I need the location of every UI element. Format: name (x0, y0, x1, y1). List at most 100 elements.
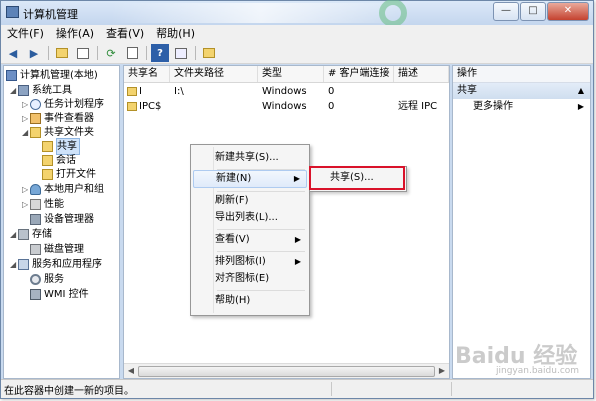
menu-item-new-share[interactable]: 新建共享(S)... (193, 149, 307, 167)
collapse-up-icon[interactable]: ▲ (578, 83, 584, 99)
tree-item-services-apps[interactable]: ◢ 服务和应用程序 (10, 257, 102, 272)
toolbar-separator (97, 46, 98, 60)
scrollbar-thumb[interactable] (138, 366, 435, 377)
submenu-arrow-icon: ▶ (294, 257, 301, 266)
tree-item-device-manager[interactable]: 设备管理器 (30, 212, 94, 227)
menu-item-label: 对齐图标(E) (215, 273, 270, 284)
menu-help[interactable]: 帮助(H) (150, 25, 201, 43)
navigation-tree[interactable]: 计算机管理(本地) ◢ 系统工具 ▷ 任务计划程序 ▷ 事件查看器 ◢ 共享文件… (3, 65, 120, 379)
window-title: 计算机管理 (23, 8, 78, 21)
properties-icon[interactable] (172, 44, 190, 62)
new-submenu: 共享(S)... (309, 166, 407, 192)
tree-item-local-users[interactable]: ▷ 本地用户和组 (22, 182, 104, 197)
show-tree-icon[interactable] (74, 44, 92, 62)
share-description: 远程 IPC (398, 101, 438, 112)
actions-header: 操作 (453, 66, 590, 83)
computer-management-icon (6, 6, 19, 18)
column-header-share-name[interactable]: 共享名 (124, 66, 170, 82)
tree-item-computer-management[interactable]: 计算机管理(本地) (6, 68, 98, 83)
tree-item-open-files[interactable]: 打开文件 (42, 167, 96, 182)
expand-arrow-icon[interactable]: ▷ (22, 97, 30, 112)
menu-item-align-icons[interactable]: 对齐图标(E) (193, 270, 307, 288)
menu-view[interactable]: 查看(V) (100, 25, 150, 43)
column-header-client-connections[interactable]: # 客户端连接 (324, 66, 394, 82)
tree-item-shares[interactable]: 共享 (42, 138, 80, 155)
scroll-right-arrow-icon[interactable]: ▶ (435, 364, 449, 378)
wmi-icon (30, 289, 41, 300)
back-arrow-icon[interactable]: ◀ (4, 44, 22, 62)
horizontal-scrollbar[interactable]: ◀ ▶ (124, 363, 449, 378)
column-header-type[interactable]: 类型 (258, 66, 324, 82)
disk-icon (30, 244, 41, 255)
menu-item-help[interactable]: 帮助(H) (193, 292, 307, 310)
storage-icon (18, 229, 29, 240)
menu-item-label: 刷新(F) (215, 195, 249, 206)
expand-arrow-icon[interactable]: ▷ (22, 182, 30, 197)
table-row[interactable]: I I:\ Windows 0 (124, 84, 449, 99)
tree-item-label: WMI 控件 (44, 289, 89, 300)
tree-item-task-scheduler[interactable]: ▷ 任务计划程序 (22, 97, 104, 112)
submenu-arrow-icon: ▶ (293, 174, 300, 183)
clock-icon (30, 99, 41, 110)
title-blur-decoration (111, 3, 411, 23)
tree-item-disk-management[interactable]: 磁盘管理 (30, 242, 84, 257)
actions-section-label: 共享 (457, 85, 477, 96)
tree-item-services[interactable]: 服务 (30, 272, 64, 287)
maximize-button[interactable]: □ (520, 2, 546, 21)
expand-arrow-icon[interactable]: ▷ (22, 111, 30, 126)
toolbar-separator (146, 46, 147, 60)
menu-file[interactable]: 文件(F) (1, 25, 50, 43)
tree-item-performance[interactable]: ▷ 性能 (22, 197, 64, 212)
collapse-arrow-icon[interactable]: ◢ (10, 227, 18, 242)
collapse-arrow-icon[interactable]: ◢ (22, 125, 30, 140)
status-divider (451, 382, 452, 396)
up-folder-icon[interactable] (53, 44, 71, 62)
folder-path: I:\ (174, 86, 184, 97)
tree-item-label: 事件查看器 (44, 113, 94, 124)
column-header-folder-path[interactable]: 文件夹路径 (170, 66, 258, 82)
more-actions-item[interactable]: 更多操作 ▶ (453, 99, 590, 115)
table-row[interactable]: IPC$ Windows 0 远程 IPC (124, 99, 449, 114)
menu-item-label: 共享(S)... (330, 172, 374, 183)
expand-arrow-icon[interactable]: ▷ (22, 197, 30, 212)
menu-item-refresh[interactable]: 刷新(F) (193, 192, 307, 210)
menu-separator (217, 290, 305, 291)
tree-item-sessions[interactable]: 会话 (42, 153, 76, 168)
watermark-url: jingyan.baidu.com (496, 366, 580, 376)
title-bar[interactable]: 计算机管理 — □ ✕ (1, 0, 593, 27)
export-icon[interactable] (123, 44, 141, 62)
close-button[interactable]: ✕ (547, 2, 589, 21)
tree-item-label: 存储 (32, 229, 52, 240)
menu-item-new[interactable]: 新建(N) ▶ (193, 170, 307, 188)
tree-item-wmi[interactable]: WMI 控件 (30, 287, 89, 302)
tree-item-label: 服务和应用程序 (32, 259, 102, 270)
share-type: Windows (262, 86, 307, 97)
menu-item-view[interactable]: 查看(V) ▶ (193, 231, 307, 249)
share-icon[interactable] (200, 44, 218, 62)
submenu-arrow-icon: ▶ (294, 235, 301, 244)
menu-item-arrange-icons[interactable]: 排列图标(I) ▶ (193, 253, 307, 271)
actions-section-shares[interactable]: 共享 ▲ (453, 83, 590, 99)
refresh-icon[interactable]: ⟳ (102, 44, 120, 62)
menu-item-export-list[interactable]: 导出列表(L)... (193, 209, 307, 227)
services-apps-icon (18, 259, 29, 270)
users-icon (30, 184, 41, 195)
share-icon (127, 101, 137, 111)
tree-item-system-tools[interactable]: ◢ 系统工具 (10, 83, 72, 98)
scroll-left-arrow-icon[interactable]: ◀ (124, 364, 138, 378)
collapse-arrow-icon[interactable]: ◢ (10, 83, 18, 98)
open-file-icon (42, 169, 53, 180)
tree-item-storage[interactable]: ◢ 存储 (10, 227, 52, 242)
menu-action[interactable]: 操作(A) (50, 25, 100, 43)
forward-arrow-icon[interactable]: ▶ (25, 44, 43, 62)
menu-item-label: 新建(N) (216, 173, 252, 184)
list-header: 共享名 文件夹路径 类型 # 客户端连接 描述 (124, 66, 449, 83)
help-icon[interactable]: ? (151, 44, 169, 62)
tree-item-label: 磁盘管理 (44, 244, 84, 255)
menu-item-new-share-sub[interactable]: 共享(S)... (312, 169, 404, 187)
minimize-button[interactable]: — (493, 2, 519, 21)
column-header-description[interactable]: 描述 (394, 66, 449, 82)
session-icon (42, 155, 53, 166)
tree-item-event-viewer[interactable]: ▷ 事件查看器 (22, 111, 94, 126)
collapse-arrow-icon[interactable]: ◢ (10, 257, 18, 272)
